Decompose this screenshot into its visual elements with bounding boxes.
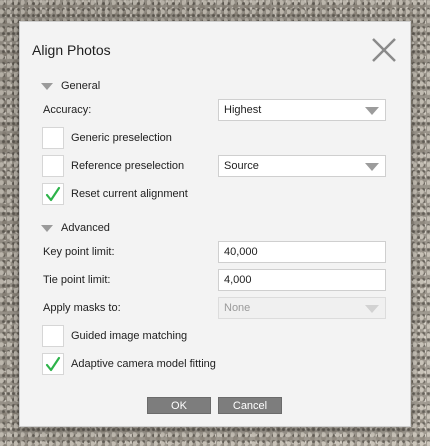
- reference-source-value: Source: [224, 160, 259, 172]
- dialog-title: Align Photos: [32, 42, 111, 58]
- general-section-header[interactable]: General: [41, 80, 100, 92]
- chevron-down-icon: [365, 305, 379, 313]
- apply-masks-label: Apply masks to:: [43, 302, 121, 314]
- accuracy-select-value: Highest: [224, 104, 262, 116]
- generic-preselection-label: Generic preselection: [71, 132, 172, 144]
- reset-alignment-label: Reset current alignment: [71, 188, 188, 200]
- collapse-triangle-icon: [41, 225, 53, 232]
- reference-preselection-label: Reference preselection: [71, 160, 185, 172]
- key-point-limit-label: Key point limit:: [43, 246, 115, 258]
- close-icon[interactable]: [370, 36, 398, 64]
- chevron-down-icon: [365, 107, 379, 115]
- tie-point-limit-input[interactable]: 4,000: [218, 269, 386, 291]
- align-photos-dialog: Align Photos General Accuracy: Highest G…: [19, 21, 411, 427]
- reference-preselection-checkbox[interactable]: [42, 155, 64, 177]
- apply-masks-value: None: [224, 302, 251, 314]
- reference-source-select[interactable]: Source: [218, 155, 386, 177]
- adaptive-fitting-checkbox[interactable]: [42, 353, 64, 375]
- apply-masks-select[interactable]: None: [218, 297, 386, 319]
- key-point-limit-input[interactable]: 40,000: [218, 241, 386, 263]
- ok-button[interactable]: OK: [147, 397, 211, 414]
- accuracy-select[interactable]: Highest: [218, 99, 386, 121]
- reset-alignment-checkbox[interactable]: [42, 183, 64, 205]
- advanced-header-label: Advanced: [61, 222, 110, 234]
- accuracy-label: Accuracy:: [43, 104, 92, 116]
- adaptive-fitting-label: Adaptive camera model fitting: [71, 358, 216, 370]
- general-header-label: General: [61, 80, 101, 92]
- advanced-section-header[interactable]: Advanced: [41, 222, 110, 234]
- checkmark-icon: [45, 356, 61, 372]
- tie-point-limit-label: Tie point limit:: [43, 274, 111, 286]
- guided-matching-label: Guided image matching: [71, 330, 188, 342]
- generic-preselection-checkbox[interactable]: [42, 127, 64, 149]
- checkmark-icon: [45, 186, 61, 202]
- chevron-down-icon: [365, 163, 379, 171]
- cancel-button[interactable]: Cancel: [218, 397, 282, 414]
- collapse-triangle-icon: [41, 83, 53, 90]
- guided-matching-checkbox[interactable]: [42, 325, 64, 347]
